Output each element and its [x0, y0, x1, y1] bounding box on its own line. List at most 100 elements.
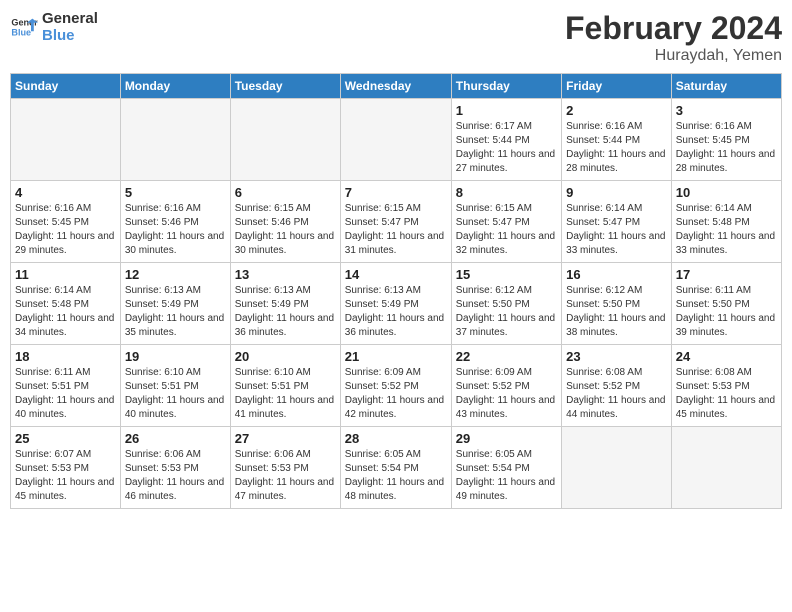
day-number: 8: [456, 185, 557, 200]
calendar-cell: 24 Sunrise: 6:08 AM Sunset: 5:53 PM Dayli…: [671, 345, 781, 427]
day-info: Sunrise: 6:16 AM Sunset: 5:45 PM Dayligh…: [15, 202, 116, 258]
day-number: 23: [566, 349, 667, 364]
day-number: 4: [15, 185, 116, 200]
calendar-cell: 18 Sunrise: 6:11 AM Sunset: 5:51 PM Dayli…: [11, 345, 121, 427]
calendar-cell: 21 Sunrise: 6:09 AM Sunset: 5:52 PM Dayli…: [340, 345, 451, 427]
calendar-cell: 14 Sunrise: 6:13 AM Sunset: 5:49 PM Dayli…: [340, 263, 451, 345]
calendar-cell: 11Sunrise: 6:14 AM Sunset: 5:48 PM Dayli…: [11, 263, 121, 345]
day-info: Sunrise: 6:13 AM Sunset: 5:49 PM Dayligh…: [345, 284, 447, 340]
day-info: Sunrise: 6:11 AM Sunset: 5:51 PM Dayligh…: [15, 366, 116, 422]
header-tuesday: Tuesday: [230, 74, 340, 99]
calendar-cell: 10 Sunrise: 6:14 AM Sunset: 5:48 PM Dayli…: [671, 181, 781, 263]
day-number: 20: [235, 349, 336, 364]
day-info: Sunrise: 6:16 AM Sunset: 5:46 PM Dayligh…: [125, 202, 226, 258]
calendar-cell: 3Sunrise: 6:16 AM Sunset: 5:45 PM Daylig…: [671, 99, 781, 181]
day-number: 26: [125, 431, 226, 446]
calendar-cell: [230, 99, 340, 181]
day-number: 25: [15, 431, 116, 446]
day-info: Sunrise: 6:12 AM Sunset: 5:50 PM Dayligh…: [566, 284, 667, 340]
calendar-cell: [671, 427, 781, 509]
calendar-cell: 23 Sunrise: 6:08 AM Sunset: 5:52 PM Dayli…: [562, 345, 672, 427]
logo-general-text: General: [42, 10, 98, 27]
weekday-header-row: Sunday Monday Tuesday Wednesday Thursday…: [11, 74, 782, 99]
day-number: 27: [235, 431, 336, 446]
day-info: Sunrise: 6:10 AM Sunset: 5:51 PM Dayligh…: [125, 366, 226, 422]
calendar-cell: 9 Sunrise: 6:14 AM Sunset: 5:47 PM Daylig…: [562, 181, 672, 263]
calendar-cell: 29 Sunrise: 6:05 AM Sunset: 5:54 PM Dayli…: [451, 427, 561, 509]
day-number: 10: [676, 185, 777, 200]
month-title: February 2024: [565, 10, 782, 47]
week-row-1: 4 Sunrise: 6:16 AM Sunset: 5:45 PM Daylig…: [11, 181, 782, 263]
calendar-cell: 26 Sunrise: 6:06 AM Sunset: 5:53 PM Dayli…: [120, 427, 230, 509]
week-row-3: 18 Sunrise: 6:11 AM Sunset: 5:51 PM Dayli…: [11, 345, 782, 427]
day-info: Sunrise: 6:17 AM Sunset: 5:44 PM Dayligh…: [456, 120, 557, 176]
day-number: 6: [235, 185, 336, 200]
day-number: 28: [345, 431, 447, 446]
calendar-cell: [120, 99, 230, 181]
day-number: 22: [456, 349, 557, 364]
calendar-cell: 22Sunrise: 6:09 AM Sunset: 5:52 PM Dayli…: [451, 345, 561, 427]
day-number: 16: [566, 267, 667, 282]
location: Huraydah, Yemen: [565, 47, 782, 65]
calendar-cell: 15Sunrise: 6:12 AM Sunset: 5:50 PM Dayli…: [451, 263, 561, 345]
day-info: Sunrise: 6:06 AM Sunset: 5:53 PM Dayligh…: [235, 448, 336, 504]
day-info: Sunrise: 6:14 AM Sunset: 5:48 PM Dayligh…: [676, 202, 777, 258]
day-info: Sunrise: 6:10 AM Sunset: 5:51 PM Dayligh…: [235, 366, 336, 422]
day-info: Sunrise: 6:16 AM Sunset: 5:44 PM Dayligh…: [566, 120, 667, 176]
calendar-cell: 5 Sunrise: 6:16 AM Sunset: 5:46 PM Daylig…: [120, 181, 230, 263]
week-row-2: 11Sunrise: 6:14 AM Sunset: 5:48 PM Dayli…: [11, 263, 782, 345]
day-number: 2: [566, 103, 667, 118]
day-info: Sunrise: 6:15 AM Sunset: 5:46 PM Dayligh…: [235, 202, 336, 258]
calendar-cell: 7Sunrise: 6:15 AM Sunset: 5:47 PM Daylig…: [340, 181, 451, 263]
day-number: 1: [456, 103, 557, 118]
day-info: Sunrise: 6:11 AM Sunset: 5:50 PM Dayligh…: [676, 284, 777, 340]
calendar-cell: 2 Sunrise: 6:16 AM Sunset: 5:44 PM Daylig…: [562, 99, 672, 181]
day-number: 7: [345, 185, 447, 200]
logo: General Blue General Blue: [10, 10, 98, 44]
day-info: Sunrise: 6:13 AM Sunset: 5:49 PM Dayligh…: [125, 284, 226, 340]
day-info: Sunrise: 6:14 AM Sunset: 5:48 PM Dayligh…: [15, 284, 116, 340]
week-row-0: 1 Sunrise: 6:17 AM Sunset: 5:44 PM Daylig…: [11, 99, 782, 181]
day-number: 9: [566, 185, 667, 200]
day-info: Sunrise: 6:05 AM Sunset: 5:54 PM Dayligh…: [345, 448, 447, 504]
day-info: Sunrise: 6:05 AM Sunset: 5:54 PM Dayligh…: [456, 448, 557, 504]
day-number: 5: [125, 185, 226, 200]
title-block: February 2024 Huraydah, Yemen: [565, 10, 782, 65]
day-info: Sunrise: 6:14 AM Sunset: 5:47 PM Dayligh…: [566, 202, 667, 258]
day-number: 18: [15, 349, 116, 364]
week-row-4: 25Sunrise: 6:07 AM Sunset: 5:53 PM Dayli…: [11, 427, 782, 509]
day-number: 3: [676, 103, 777, 118]
calendar-cell: 6 Sunrise: 6:15 AM Sunset: 5:46 PM Daylig…: [230, 181, 340, 263]
day-info: Sunrise: 6:08 AM Sunset: 5:52 PM Dayligh…: [566, 366, 667, 422]
calendar-cell: 13 Sunrise: 6:13 AM Sunset: 5:49 PM Dayli…: [230, 263, 340, 345]
day-info: Sunrise: 6:12 AM Sunset: 5:50 PM Dayligh…: [456, 284, 557, 340]
header-friday: Friday: [562, 74, 672, 99]
day-number: 17: [676, 267, 777, 282]
calendar-cell: 28 Sunrise: 6:05 AM Sunset: 5:54 PM Dayli…: [340, 427, 451, 509]
day-info: Sunrise: 6:13 AM Sunset: 5:49 PM Dayligh…: [235, 284, 336, 340]
day-number: 14: [345, 267, 447, 282]
logo-blue-text: Blue: [42, 27, 98, 44]
day-number: 13: [235, 267, 336, 282]
header-thursday: Thursday: [451, 74, 561, 99]
day-number: 29: [456, 431, 557, 446]
day-info: Sunrise: 6:06 AM Sunset: 5:53 PM Dayligh…: [125, 448, 226, 504]
day-info: Sunrise: 6:09 AM Sunset: 5:52 PM Dayligh…: [345, 366, 447, 422]
day-number: 24: [676, 349, 777, 364]
calendar-table: Sunday Monday Tuesday Wednesday Thursday…: [10, 73, 782, 509]
svg-text:Blue: Blue: [11, 27, 31, 37]
day-number: 19: [125, 349, 226, 364]
calendar-cell: 12Sunrise: 6:13 AM Sunset: 5:49 PM Dayli…: [120, 263, 230, 345]
header-wednesday: Wednesday: [340, 74, 451, 99]
header-monday: Monday: [120, 74, 230, 99]
calendar-cell: 16 Sunrise: 6:12 AM Sunset: 5:50 PM Dayli…: [562, 263, 672, 345]
page-header: General Blue General Blue February 2024 …: [10, 10, 782, 65]
calendar-cell: 20 Sunrise: 6:10 AM Sunset: 5:51 PM Dayli…: [230, 345, 340, 427]
calendar-cell: 1 Sunrise: 6:17 AM Sunset: 5:44 PM Daylig…: [451, 99, 561, 181]
day-number: 21: [345, 349, 447, 364]
header-sunday: Sunday: [11, 74, 121, 99]
calendar-cell: [562, 427, 672, 509]
day-info: Sunrise: 6:08 AM Sunset: 5:53 PM Dayligh…: [676, 366, 777, 422]
calendar-cell: 4 Sunrise: 6:16 AM Sunset: 5:45 PM Daylig…: [11, 181, 121, 263]
calendar-cell: 17 Sunrise: 6:11 AM Sunset: 5:50 PM Dayli…: [671, 263, 781, 345]
